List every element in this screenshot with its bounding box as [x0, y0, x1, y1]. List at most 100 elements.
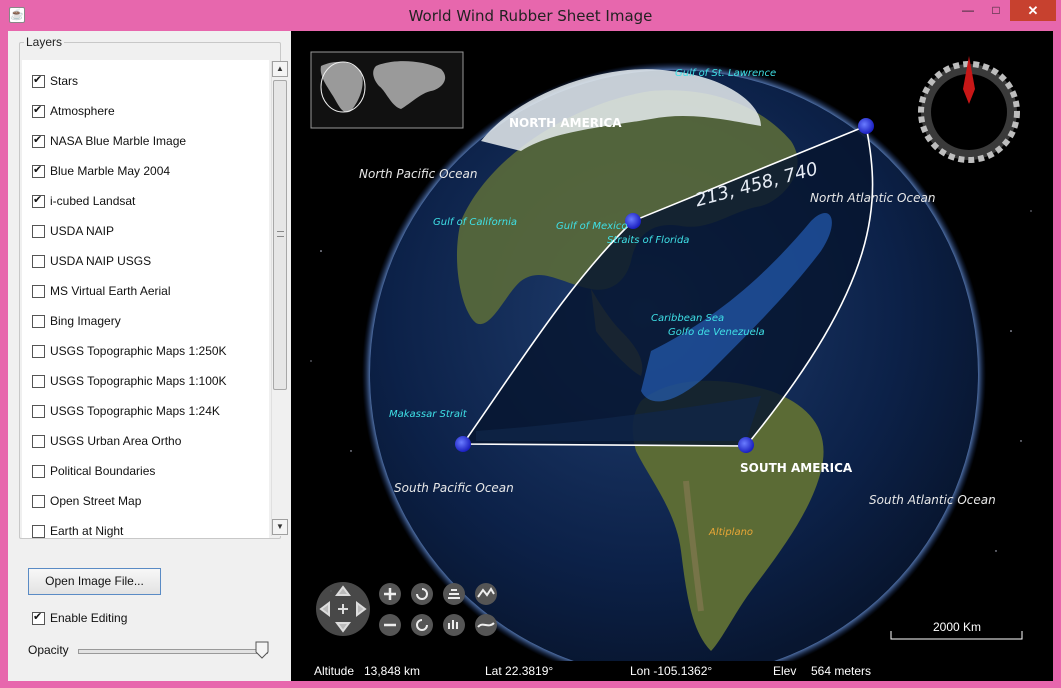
label-south-atlantic: South Atlantic Ocean: [869, 493, 996, 507]
layer-checkbox[interactable]: [32, 73, 45, 88]
layer-label: NASA Blue Marble Image: [50, 134, 187, 148]
layer-item[interactable]: Stars: [32, 72, 78, 90]
layer-checkbox[interactable]: [32, 284, 45, 298]
layer-item[interactable]: USGS Topographic Maps 1:250K: [32, 342, 227, 360]
layer-label: Blue Marble May 2004: [50, 164, 171, 178]
scroll-up-icon: ▲: [276, 64, 284, 73]
label-caribbean: Caribbean Sea: [651, 313, 725, 324]
label-gulf-st-lawrence: Gulf of St. Lawrence: [675, 68, 777, 79]
layer-checkbox[interactable]: [32, 374, 45, 388]
label-altiplano: Altiplano: [709, 527, 754, 538]
label-south-pacific: South Pacific Ocean: [394, 481, 514, 495]
layer-label: Open Street Map: [50, 494, 142, 508]
layer-item[interactable]: NASA Blue Marble Image: [32, 132, 186, 150]
opacity-slider[interactable]: [78, 649, 268, 654]
layer-label: USGS Topographic Maps 1:24K: [50, 404, 220, 418]
scroll-down-icon: ▼: [276, 522, 284, 531]
label-south-america: SOUTH AMERICA: [740, 461, 853, 475]
layer-checkbox[interactable]: [32, 434, 45, 448]
rotate-left-icon[interactable]: [411, 583, 433, 605]
globe-canvas[interactable]: [291, 31, 1053, 661]
layer-item[interactable]: Blue Marble May 2004: [32, 162, 170, 180]
label-gulf-california: Gulf of California: [433, 217, 518, 228]
scroll-thumb[interactable]: [273, 80, 287, 390]
layer-label: USGS Topographic Maps 1:100K: [50, 374, 227, 388]
rotate-right-icon[interactable]: [411, 614, 433, 636]
minimize-icon: —: [962, 3, 974, 17]
longitude-value: Lon -105.1362°: [630, 664, 713, 678]
compass-icon[interactable]: [918, 56, 1020, 163]
layer-checkbox[interactable]: [32, 464, 45, 478]
layer-item[interactable]: Political Boundaries: [32, 462, 155, 480]
enable-editing-row[interactable]: Enable Editing: [32, 610, 128, 625]
layer-label: i-cubed Landsat: [50, 194, 136, 208]
layer-checkbox[interactable]: [32, 314, 45, 328]
layer-item[interactable]: USGS Topographic Maps 1:24K: [32, 402, 220, 420]
maximize-icon: □: [992, 3, 1000, 17]
layer-item[interactable]: USDA NAIP USGS: [32, 252, 151, 270]
layer-checkbox[interactable]: [32, 133, 45, 148]
control-point-sw[interactable]: [455, 436, 471, 452]
title-bar[interactable]: ☕ World Wind Rubber Sheet Image — □ ✕: [0, 0, 1061, 31]
app-window: ☕ World Wind Rubber Sheet Image — □ ✕ La…: [0, 0, 1061, 688]
layer-checkbox[interactable]: [32, 193, 45, 208]
label-gulf-mexico: Gulf of Mexico: [556, 221, 628, 232]
layer-item[interactable]: USDA NAIP: [32, 222, 114, 240]
layer-checkbox[interactable]: [32, 163, 45, 178]
grip-icon: [277, 231, 284, 237]
layers-scrollbar[interactable]: ▲ ▼: [271, 61, 288, 536]
label-north-pacific: North Pacific Ocean: [359, 167, 478, 181]
layer-item[interactable]: Earth at Night: [32, 522, 123, 538]
layer-label: USDA NAIP USGS: [50, 254, 152, 268]
layer-item[interactable]: USGS Urban Area Ortho: [32, 432, 181, 450]
latitude-value: Lat 22.3819°: [485, 664, 554, 678]
layer-label: Bing Imagery: [50, 314, 121, 328]
globe-view[interactable]: NORTH AMERICA SOUTH AMERICA North Pacifi…: [291, 31, 1053, 661]
scroll-up-button[interactable]: ▲: [272, 61, 288, 77]
open-image-file-button[interactable]: Open Image File...: [28, 568, 161, 595]
control-point-se[interactable]: [738, 437, 754, 453]
layer-label: Political Boundaries: [50, 464, 156, 478]
minimize-button[interactable]: —: [955, 0, 981, 21]
status-bar: Altitude 13,848 km Lat 22.3819° Lon -105…: [291, 661, 1053, 681]
layer-checkbox[interactable]: [32, 524, 45, 538]
enable-editing-checkbox[interactable]: [32, 610, 45, 625]
client-area: Layers Stars Atmosphere NASA Blue Marble I…: [8, 31, 1053, 681]
layers-panel: Layers Stars Atmosphere NASA Blue Marble I…: [19, 35, 288, 539]
layers-list[interactable]: Stars Atmosphere NASA Blue Marble Image Blu…: [22, 60, 269, 538]
layer-item[interactable]: MS Virtual Earth Aerial: [32, 282, 171, 300]
layer-checkbox[interactable]: [32, 224, 45, 238]
layers-title: Layers: [24, 35, 65, 49]
layer-label: Stars: [50, 74, 79, 88]
label-makassar: Makassar Strait: [389, 409, 467, 420]
layer-checkbox[interactable]: [32, 494, 45, 508]
enable-editing-label: Enable Editing: [50, 611, 128, 625]
opacity-label: Opacity: [28, 643, 69, 657]
opacity-slider-thumb[interactable]: [255, 641, 269, 659]
layer-item[interactable]: Open Street Map: [32, 492, 141, 510]
layer-checkbox[interactable]: [32, 254, 45, 268]
layer-checkbox[interactable]: [32, 404, 45, 418]
layer-item[interactable]: i-cubed Landsat: [32, 192, 135, 210]
layer-label: Earth at Night: [50, 524, 124, 538]
layer-label: Atmosphere: [50, 104, 115, 118]
layer-label: USGS Topographic Maps 1:250K: [50, 344, 227, 358]
layer-checkbox[interactable]: [32, 344, 45, 358]
scale-label: 2000 Km: [933, 620, 982, 634]
layer-item[interactable]: Atmosphere: [32, 102, 115, 120]
maximize-button[interactable]: □: [983, 0, 1009, 21]
layer-label: USGS Urban Area Ortho: [50, 434, 182, 448]
layer-item[interactable]: Bing Imagery: [32, 312, 121, 330]
layer-item[interactable]: USGS Topographic Maps 1:100K: [32, 372, 227, 390]
label-straits-florida: Straits of Florida: [607, 235, 690, 246]
elevation-label: Elev: [773, 664, 797, 678]
window-title: World Wind Rubber Sheet Image: [408, 7, 653, 25]
control-point-ne[interactable]: [858, 118, 874, 134]
close-button[interactable]: ✕: [1010, 0, 1056, 21]
layer-label: MS Virtual Earth Aerial: [50, 284, 171, 298]
label-north-america: NORTH AMERICA: [509, 116, 622, 130]
label-golfo-venezuela: Golfo de Venezuela: [668, 327, 765, 338]
label-north-atlantic: North Atlantic Ocean: [810, 191, 936, 205]
scroll-down-button[interactable]: ▼: [272, 519, 288, 535]
layer-checkbox[interactable]: [32, 103, 45, 118]
